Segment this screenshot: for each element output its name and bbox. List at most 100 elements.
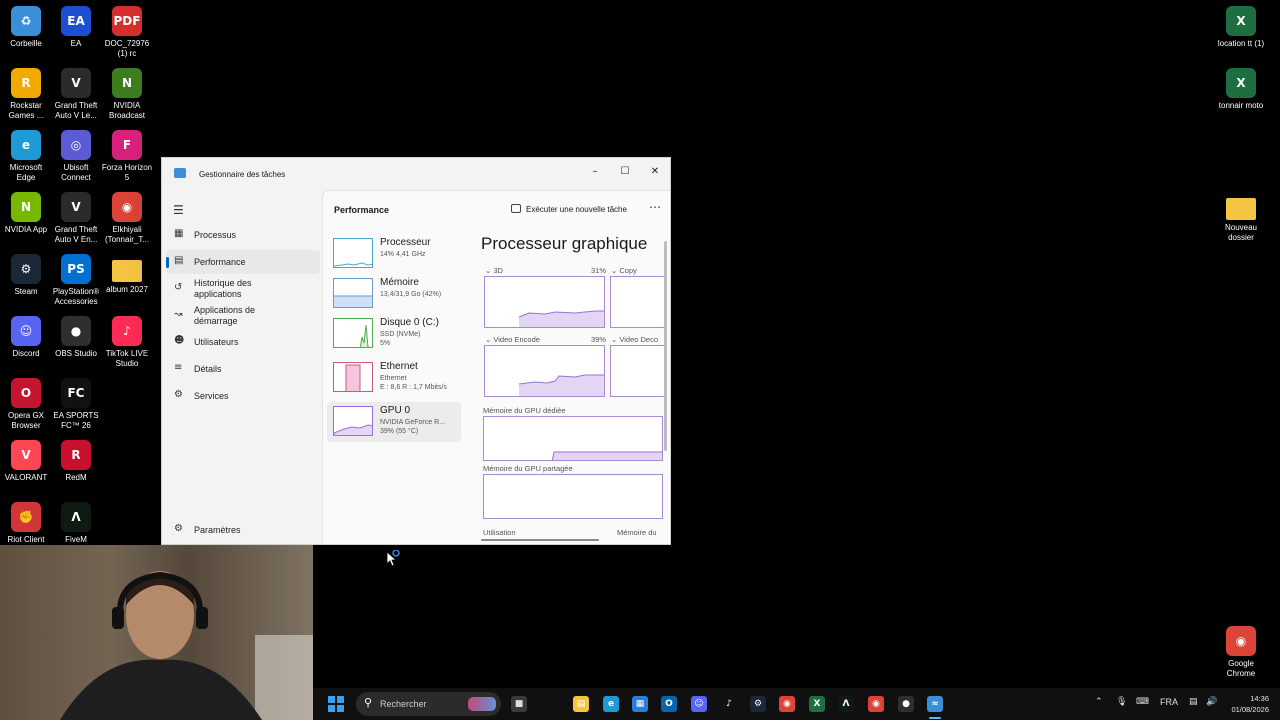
file-explorer-icon[interactable]: ▤ [573, 696, 589, 712]
nav-processus[interactable]: ▦ Processus [166, 223, 320, 247]
forza-icon: F [112, 130, 142, 160]
edge-icon[interactable]: e [603, 696, 619, 712]
chrome-icon[interactable]: ◉ [868, 696, 884, 712]
desktop-icon[interactable]: V Grand Theft Auto V En... [50, 192, 102, 245]
desktop-icon-label: RedM [65, 473, 87, 482]
close-button[interactable]: ✕ [641, 161, 669, 183]
resource-cpu[interactable]: Processeur 14% 4,41 GHz [327, 234, 461, 274]
desktop-icon-label: TikTok LIVE Studio [105, 349, 149, 368]
desktop-icon[interactable]: ● OBS Studio [50, 316, 102, 359]
run-new-task-button[interactable]: Exécuter une nouvelle tâche [511, 204, 627, 214]
desktop-icon-label: NVIDIA App [4, 225, 48, 234]
vertical-scrollbar[interactable] [664, 241, 667, 451]
desktop-icon[interactable]: F Forza Horizon 5 [101, 130, 153, 183]
resource-detail: 13,4/31,9 Go (42%) [380, 291, 442, 298]
engine-name: Copy [619, 266, 637, 275]
desktop-icon[interactable]: ◉ Elkhiyali (Tonnair_T... [101, 192, 153, 245]
desktop-icon[interactable]: ◉ Google Chrome [1215, 626, 1267, 679]
resource-gpu[interactable]: GPU 0 NVIDIA GeForce R... 39% (55 °C) [327, 402, 461, 442]
steam-icon[interactable]: ⚙ [750, 696, 766, 712]
desktop-icon-label: Grand Theft Auto V En... [54, 225, 98, 244]
tiktok-icon[interactable]: ♪ [721, 696, 737, 712]
discord-icon[interactable]: ☺ [691, 696, 707, 712]
folder-icon [1226, 198, 1256, 220]
microphone-icon[interactable]: 🎙 [1116, 697, 1127, 707]
desktop-icon[interactable]: R Rockstar Games ... [0, 68, 52, 121]
desktop-icon[interactable]: Nouveau dossier [1215, 192, 1267, 243]
engine-encode-label[interactable]: ⌄ Video Encode [485, 335, 540, 344]
performance-pane: Performance Exécuter une nouvelle tâche … [322, 190, 670, 544]
nav-demarrage[interactable]: ↝ Applications de démarrage [166, 304, 320, 328]
desktop-icon[interactable]: album 2027 [101, 254, 153, 295]
keyboard-icon[interactable]: ⌨ [1136, 697, 1149, 707]
desktop-icon[interactable]: V Grand Theft Auto V Le... [50, 68, 102, 121]
resource-ethernet[interactable]: Ethernet Ethernet E : 8,6 R : 1,7 Mbits/… [327, 358, 461, 398]
tray-overflow-icon[interactable]: ⌃ [1095, 697, 1103, 707]
desktop-icon[interactable]: N NVIDIA Broadcast [101, 68, 153, 121]
nav-details[interactable]: ≡ Détails [166, 357, 320, 381]
desktop-icon-label: Corbeille [10, 39, 42, 48]
desktop-icon[interactable]: ✊ Riot Client [0, 502, 52, 545]
engine-3d-percent: 31% [591, 266, 607, 275]
desktop-icon[interactable]: FC EA SPORTS FC™ 26 [50, 378, 102, 431]
resource-usage: E : 8,6 R : 1,7 Mbits/s [380, 384, 447, 391]
desktop-icon[interactable]: Λ FiveM [50, 502, 102, 545]
desktop-icon[interactable]: O Opera GX Browser [0, 378, 52, 431]
nav-label: Performance [194, 257, 246, 267]
maximize-button[interactable]: ☐ [611, 161, 639, 183]
users-icon: ☻ [174, 335, 185, 346]
desktop-icon[interactable]: ♪ TikTok LIVE Studio [101, 316, 153, 369]
outlook-icon[interactable]: O [661, 696, 677, 712]
search-box[interactable]: ⚲ Rechercher [356, 692, 501, 716]
task-manager-icon[interactable]: ≈ [927, 696, 943, 712]
desktop-icon[interactable]: ☺ Discord [0, 316, 52, 359]
start-button[interactable] [328, 696, 344, 712]
desktop-icon[interactable]: PS PlayStation® Accessories [50, 254, 102, 307]
desktop-icon[interactable]: ⚙ Steam [0, 254, 52, 297]
menu-icon[interactable]: ☰ [173, 203, 184, 217]
excel-icon[interactable]: X [809, 696, 825, 712]
nav-services[interactable]: ⚙ Services [166, 384, 320, 408]
resource-name: Ethernet [380, 361, 418, 372]
desktop-icon-label: Steam [14, 287, 38, 296]
desktop-icon-label: album 2027 [106, 285, 148, 294]
engine-3d-label[interactable]: ⌄ 3D [485, 266, 503, 275]
nav-performance[interactable]: ▤ Performance [166, 250, 320, 274]
desktop-icon[interactable]: N NVIDIA App [0, 192, 52, 235]
store-icon[interactable]: ▦ [632, 696, 648, 712]
desktop-icon[interactable]: Xtonnair moto [1215, 68, 1267, 111]
desktop-icon[interactable]: ♻ Corbeille [0, 6, 52, 49]
more-options-icon[interactable]: ⋯ [649, 200, 661, 214]
resource-disk[interactable]: Disque 0 (C:) SSD (NVMe) 5% [327, 314, 461, 354]
volume-icon[interactable]: 🔊 [1206, 697, 1217, 707]
desktop-icon[interactable]: ◎ Ubisoft Connect [50, 130, 102, 183]
desktop-icon[interactable]: PDF DOC_72976 (1) rc [101, 6, 153, 59]
horizontal-scrollbar[interactable] [481, 539, 599, 541]
ea-icon: EA [61, 6, 91, 36]
nav-utilisateurs[interactable]: ☻ Utilisateurs [166, 330, 320, 354]
chrome-icon[interactable]: ◉ [779, 696, 795, 712]
fivem-icon[interactable]: Λ [838, 696, 854, 712]
ea-fc-icon: FC [61, 378, 91, 408]
dedicated-memory-label: Mémoire du GPU dédiée [483, 406, 566, 415]
desktop-icon[interactable]: e Microsoft Edge [0, 130, 52, 183]
desktop-icon[interactable]: V VALORANT [0, 440, 52, 483]
desktop-icon[interactable]: Xlocation tt (1) [1215, 6, 1267, 49]
excel-icon: X [1226, 6, 1256, 36]
task-view-icon[interactable]: ■ [511, 696, 527, 712]
engine-copy-label[interactable]: ⌄ Copy [611, 266, 637, 275]
obs-icon[interactable]: ● [898, 696, 914, 712]
startup-icon: ↝ [174, 309, 183, 320]
engine-decode-label[interactable]: ⌄ Video Deco [611, 335, 658, 344]
nav-historique[interactable]: ↺ Historique des applications [166, 277, 320, 301]
nav-parametres[interactable]: ⚙ Paramètres [166, 518, 320, 542]
desktop-icon-label: Discord [12, 349, 40, 358]
desktop-icon[interactable]: R RedM [50, 440, 102, 483]
network-icon[interactable]: ▤ [1189, 697, 1198, 707]
minimize-button[interactable]: – [581, 161, 609, 183]
language-indicator[interactable]: FRA [1160, 697, 1178, 707]
resource-memory[interactable]: Mémoire 13,4/31,9 Go (42%) [327, 274, 461, 314]
clock[interactable]: 14:36 01/08/2026 [1225, 693, 1269, 715]
riot-icon: ✊ [11, 502, 41, 532]
desktop-icon[interactable]: EA EA [50, 6, 102, 49]
